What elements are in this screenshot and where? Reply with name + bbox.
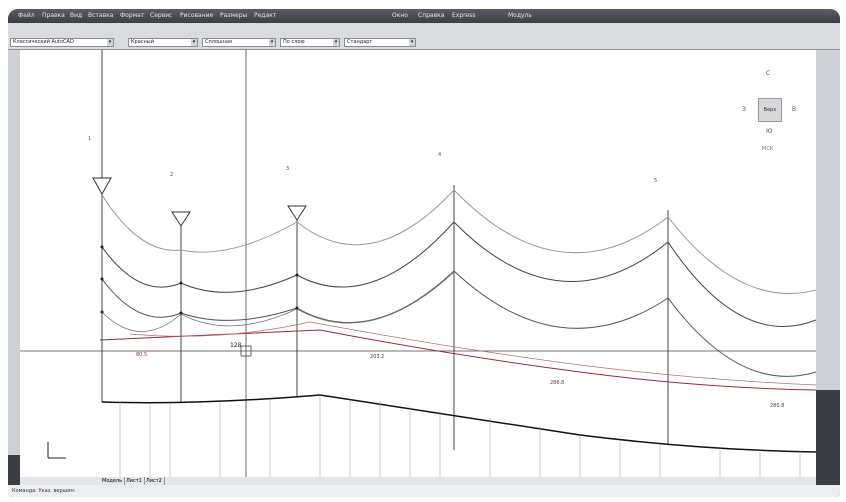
tab-layout2[interactable]: Лист2 <box>144 477 165 485</box>
red-curve-b <box>129 321 816 386</box>
menu-view[interactable]: Вид <box>70 9 82 23</box>
drawing-area[interactable]: 128 1 2 3 4 5 80.5 203.2 286.8 280.8 С З… <box>20 50 816 477</box>
workspace-combo[interactable]: Классический AutoCAD ▾ <box>10 38 114 47</box>
node <box>100 277 104 281</box>
menu-insert[interactable]: Вставка <box>88 9 113 23</box>
support-2-symbol <box>171 211 191 227</box>
drawing-canvas[interactable]: 128 1 2 3 4 5 80.5 203.2 286.8 280.8 <box>20 50 816 477</box>
crosshair-label: 128 <box>230 342 242 349</box>
chevron-down-icon[interactable]: ▾ <box>333 39 339 46</box>
menu-dims[interactable]: Размеры <box>220 9 247 23</box>
left-toolbar <box>8 50 20 455</box>
support-3-symbol <box>287 205 307 221</box>
node <box>100 310 104 314</box>
support-label: 1 <box>88 136 91 142</box>
node <box>179 281 183 285</box>
layer-value: Красный <box>131 39 155 45</box>
ground-profile <box>101 394 816 453</box>
support-label: 3 <box>286 166 289 172</box>
menu-service[interactable]: Сервис <box>150 9 172 23</box>
tab-model[interactable]: Модель <box>100 477 126 485</box>
menu-extra[interactable]: Модуль <box>508 9 532 23</box>
tab-layout1[interactable]: Лист1 <box>124 477 145 485</box>
ground-hatch <box>119 395 801 477</box>
style-value: Стандарт <box>347 39 373 45</box>
wire-curve-2 <box>101 221 816 327</box>
command-line[interactable]: Команда: Указ. вершин: <box>8 485 840 497</box>
properties-toolbar: Классический AutoCAD ▾ Красный ▾ Сплошная ▾… <box>8 36 840 50</box>
lineweight-combo[interactable]: По слою ▾ <box>280 38 340 47</box>
menu-express[interactable]: Express <box>452 9 475 23</box>
viewcube-top-face[interactable]: Верх <box>758 98 782 122</box>
chevron-down-icon[interactable]: ▾ <box>269 39 275 46</box>
wire-curve-1 <box>101 189 816 294</box>
viewcube-wcs[interactable]: МСК <box>762 146 773 152</box>
app-frame: Файл Правка Вид Вставка Формат Сервис Ри… <box>0 0 846 502</box>
menu-modify[interactable]: Редакт <box>254 9 276 23</box>
span-label: 80.5 <box>136 352 147 358</box>
support-label: 2 <box>170 172 173 178</box>
menu-draw[interactable]: Рисование <box>180 9 213 23</box>
menu-file[interactable]: Файл <box>18 9 35 23</box>
support-label: 5 <box>654 178 657 184</box>
node <box>100 245 104 249</box>
span-label: 286.8 <box>550 380 564 386</box>
node <box>179 311 183 315</box>
node <box>295 273 299 277</box>
viewcube[interactable]: С З Верх В Ю МСК <box>736 70 806 160</box>
linetype-value: Сплошная <box>205 39 232 45</box>
support-label: 4 <box>438 152 441 158</box>
wire-curve-4 <box>101 271 455 332</box>
style-combo[interactable]: Стандарт ▾ <box>344 38 416 47</box>
viewcube-north: С <box>766 70 771 77</box>
support-1-symbol <box>92 177 112 196</box>
layer-combo[interactable]: Красный ▾ <box>128 38 198 47</box>
autocad-window: Файл Правка Вид Вставка Формат Сервис Ри… <box>8 9 840 497</box>
red-curve-a <box>99 329 816 391</box>
viewcube-east: В <box>792 106 797 113</box>
span-label: 203.2 <box>370 354 384 360</box>
menu-format[interactable]: Формат <box>120 9 144 23</box>
chevron-down-icon[interactable]: ▾ <box>191 39 197 46</box>
menu-window[interactable]: Окно <box>392 9 408 23</box>
node <box>295 306 299 310</box>
lineweight-value: По слою <box>283 39 305 45</box>
menu-bar: Файл Правка Вид Вставка Формат Сервис Ри… <box>8 9 840 23</box>
standard-toolbar <box>8 23 840 37</box>
chevron-down-icon[interactable]: ▾ <box>107 39 113 46</box>
span-label: 280.8 <box>770 403 784 409</box>
workspace-value: Классический AutoCAD <box>13 39 74 45</box>
viewcube-south: Ю <box>766 128 773 135</box>
right-toolbar <box>816 50 840 390</box>
linetype-combo[interactable]: Сплошная ▾ <box>202 38 276 47</box>
viewcube-west: З <box>742 106 746 113</box>
menu-help[interactable]: Справка <box>418 9 444 23</box>
chevron-down-icon[interactable]: ▾ <box>409 39 415 46</box>
menu-edit[interactable]: Правка <box>42 9 65 23</box>
layout-tabs: Модель Лист1 Лист2 <box>20 477 816 485</box>
